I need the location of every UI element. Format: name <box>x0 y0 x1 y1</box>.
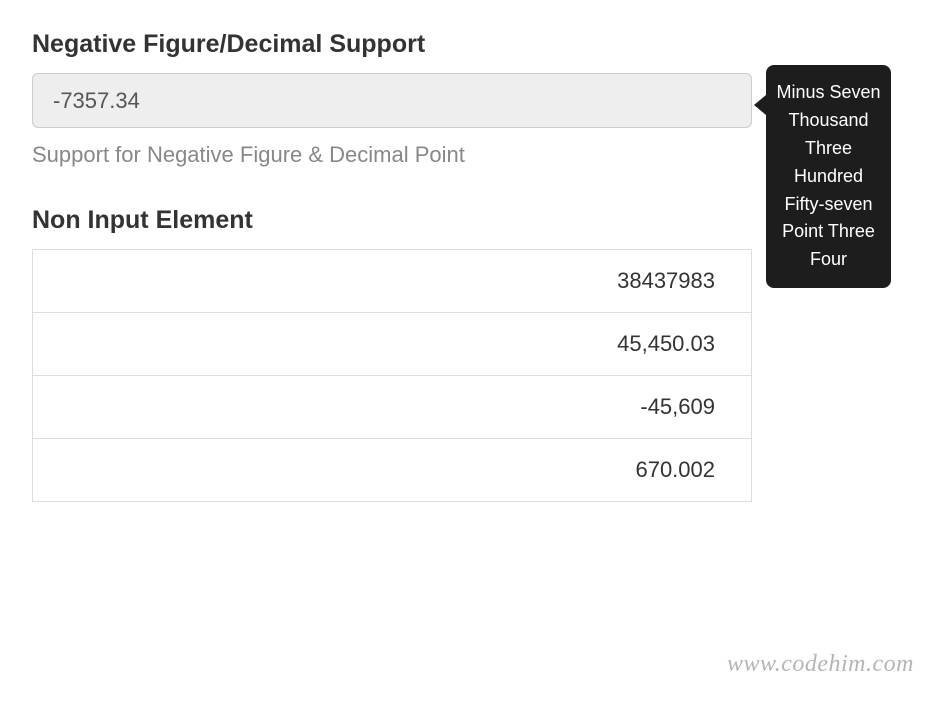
watermark: www.codehim.com <box>727 651 914 678</box>
values-table: 38437983 45,450.03 -45,609 670.002 <box>32 249 752 502</box>
number-words-tooltip: Minus Seven Thousand Three Hundred Fifty… <box>766 65 891 288</box>
table-row: 45,450.03 <box>33 313 751 376</box>
table-row: 38437983 <box>33 250 751 313</box>
decimal-input[interactable] <box>32 73 752 128</box>
table-row: 670.002 <box>33 439 751 502</box>
section-title-negative: Negative Figure/Decimal Support <box>32 30 914 59</box>
table-row: -45,609 <box>33 376 751 439</box>
